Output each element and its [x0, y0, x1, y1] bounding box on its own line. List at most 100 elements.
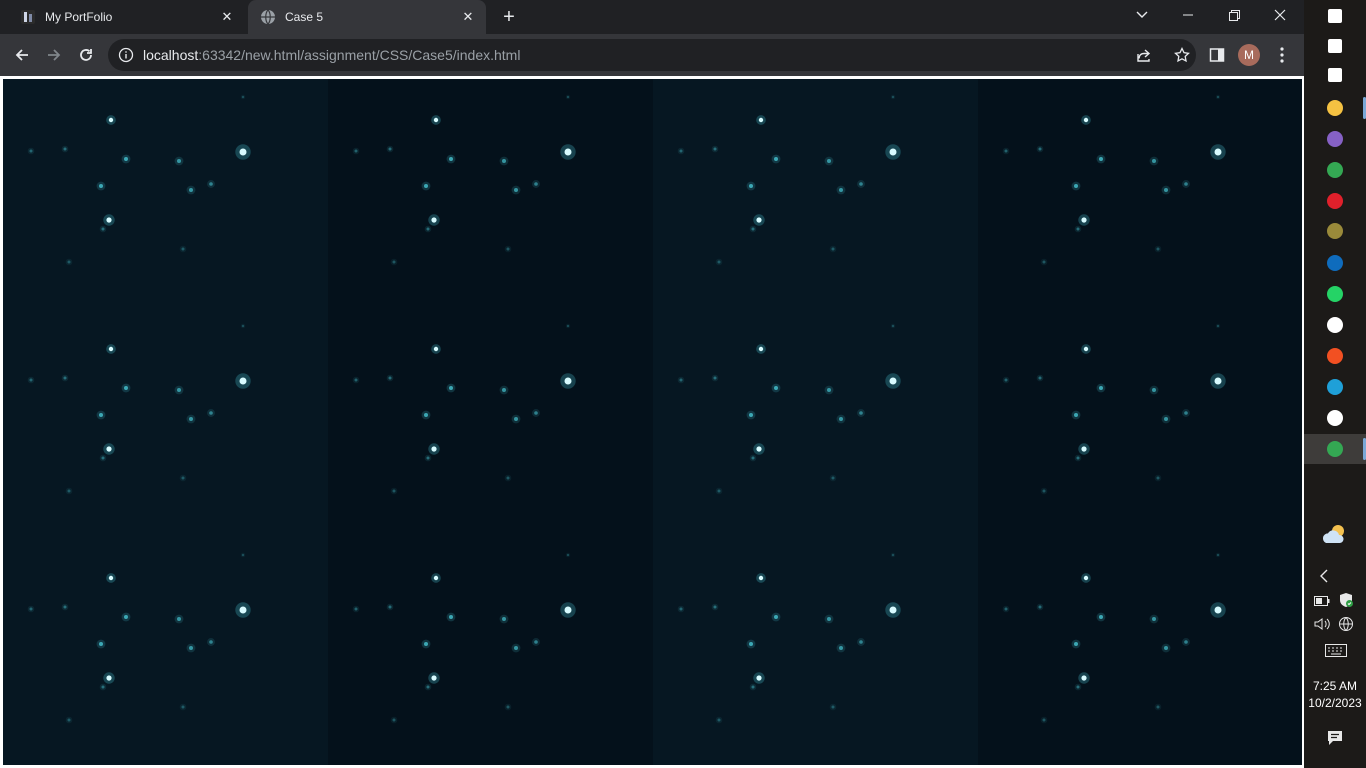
- star: [1156, 247, 1160, 251]
- star: [189, 188, 193, 192]
- tab-close-icon[interactable]: ✕: [458, 7, 478, 27]
- tab-close-icon[interactable]: ✕: [217, 7, 237, 27]
- star: [564, 148, 572, 156]
- partly-cloudy-night-icon[interactable]: [1320, 520, 1350, 550]
- chrome-active-glyph: [1327, 441, 1343, 457]
- chrome-icon[interactable]: [1320, 155, 1350, 185]
- reload-button[interactable]: [70, 39, 102, 71]
- star: [1152, 159, 1156, 163]
- star: [892, 96, 894, 98]
- chevron-up-tray-button[interactable]: [1314, 566, 1334, 586]
- star: [392, 718, 396, 722]
- edge-icon[interactable]: [1320, 372, 1350, 402]
- star: [1081, 675, 1087, 681]
- star: [1184, 411, 1188, 415]
- star: [1214, 606, 1222, 614]
- globe-icon: [260, 9, 276, 25]
- star: [433, 346, 439, 352]
- url-path: :63342/new.html/assignment/CSS/Case5/ind…: [198, 47, 521, 63]
- chrome-glyph: [1327, 162, 1343, 178]
- minimize-button[interactable]: [1165, 0, 1211, 30]
- star: [1099, 157, 1103, 161]
- security-shield-icon[interactable]: [1336, 590, 1356, 610]
- chrome-canary-icon[interactable]: [1320, 216, 1350, 246]
- intellij-icon[interactable]: [1320, 403, 1350, 433]
- star: [679, 607, 683, 611]
- star: [1004, 607, 1008, 611]
- starfield-tile: [653, 537, 978, 765]
- star: [713, 147, 717, 151]
- star: [1083, 575, 1089, 581]
- whatsapp-icon[interactable]: [1320, 279, 1350, 309]
- visual-studio-icon[interactable]: [1320, 124, 1350, 154]
- tab-search-button[interactable]: [1119, 0, 1165, 30]
- notification-icon[interactable]: [1325, 728, 1345, 748]
- mail-icon[interactable]: [1320, 248, 1350, 278]
- touch-keyboard-icon[interactable]: [1323, 641, 1349, 659]
- star: [1164, 646, 1168, 650]
- browser-toolbar: localhost:63342/new.html/assignment/CSS/…: [0, 34, 1304, 76]
- windows-start-icon[interactable]: [1320, 1, 1350, 31]
- star: [1184, 182, 1188, 186]
- star: [506, 247, 510, 251]
- star: [209, 182, 213, 186]
- back-button[interactable]: [6, 39, 38, 71]
- star: [242, 325, 244, 327]
- star: [749, 413, 753, 417]
- clock[interactable]: 7:25 AM 10/2/2023: [1304, 678, 1366, 712]
- forward-button[interactable]: [38, 39, 70, 71]
- star: [506, 476, 510, 480]
- network-globe-icon[interactable]: [1336, 614, 1356, 634]
- star: [1076, 456, 1080, 460]
- star: [1076, 685, 1080, 689]
- star-icon[interactable]: [1174, 47, 1190, 63]
- site-info-icon[interactable]: [118, 47, 134, 63]
- tab-strip: My PortFolio ✕ Case 5 ✕ +: [0, 0, 1304, 34]
- star: [433, 575, 439, 581]
- restore-button[interactable]: [1211, 0, 1257, 30]
- forward-arrow-icon: [48, 49, 61, 61]
- url-text[interactable]: localhost:63342/new.html/assignment/CSS/…: [143, 47, 520, 63]
- tab-case-5[interactable]: Case 5 ✕: [248, 0, 486, 34]
- github-icon[interactable]: [1320, 310, 1350, 340]
- star: [514, 417, 518, 421]
- star: [679, 149, 683, 153]
- star: [749, 184, 753, 188]
- star: [426, 456, 430, 460]
- star: [181, 476, 185, 480]
- star: [889, 377, 897, 385]
- search-icon[interactable]: [1320, 31, 1350, 61]
- tab-my-portfolio[interactable]: My PortFolio ✕: [8, 0, 245, 34]
- side-panel-button[interactable]: [1201, 39, 1233, 71]
- clock-date: 10/2/2023: [1308, 696, 1362, 710]
- star: [564, 377, 572, 385]
- task-view-icon[interactable]: [1320, 60, 1350, 90]
- star: [758, 575, 764, 581]
- address-bar[interactable]: localhost:63342/new.html/assignment/CSS/…: [108, 39, 1196, 71]
- chrome-active-icon[interactable]: [1320, 434, 1350, 464]
- reload-icon: [80, 49, 92, 61]
- star: [392, 260, 396, 264]
- profile-button[interactable]: M: [1233, 39, 1265, 71]
- star: [239, 606, 247, 614]
- microsoft-store-icon[interactable]: [1320, 341, 1350, 371]
- file-explorer-icon[interactable]: [1320, 93, 1350, 123]
- star: [1004, 149, 1008, 153]
- star: [29, 607, 33, 611]
- browser-menu-button[interactable]: [1266, 39, 1298, 71]
- star: [1081, 217, 1087, 223]
- star: [713, 376, 717, 380]
- star: [892, 325, 894, 327]
- starfield-tile: [3, 537, 328, 765]
- browser-window: My PortFolio ✕ Case 5 ✕ + localhost:6334…: [0, 0, 1304, 768]
- star: [1099, 615, 1103, 619]
- star: [751, 456, 755, 460]
- battery-icon[interactable]: [1312, 592, 1332, 610]
- star: [181, 705, 185, 709]
- close-window-button[interactable]: [1257, 0, 1303, 30]
- opera-icon[interactable]: [1320, 186, 1350, 216]
- star: [506, 705, 510, 709]
- volume-icon[interactable]: [1312, 614, 1332, 634]
- new-tab-button[interactable]: +: [497, 5, 521, 29]
- share-icon[interactable]: [1136, 47, 1152, 63]
